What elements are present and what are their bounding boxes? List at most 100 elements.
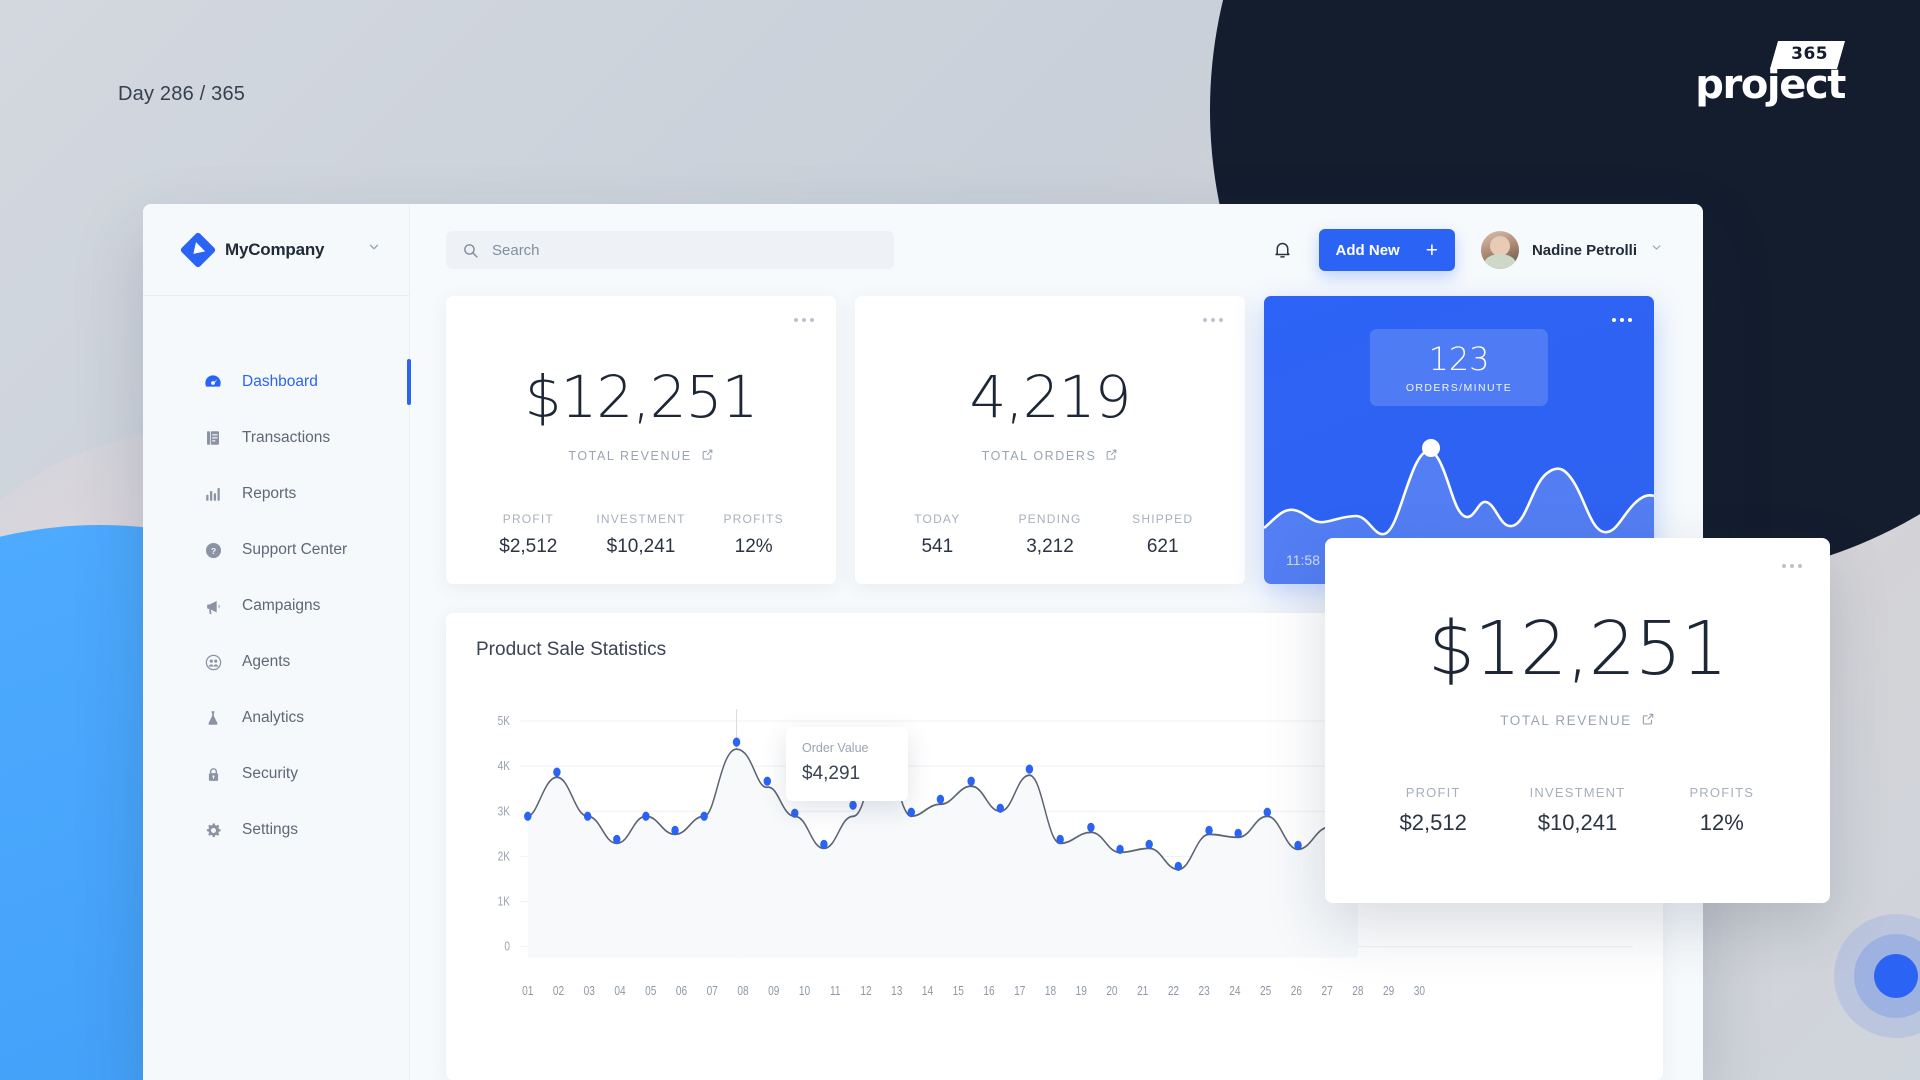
- topbar-actions: Add New + Nadine Petrolli: [1272, 229, 1663, 271]
- svg-text:13: 13: [891, 985, 902, 998]
- svg-text:06: 06: [676, 985, 687, 998]
- sidebar-item-campaigns[interactable]: Campaigns: [143, 578, 409, 634]
- svg-text:09: 09: [768, 985, 779, 998]
- sidebar-item-label: Support Center: [242, 541, 348, 558]
- lock-icon: [203, 764, 223, 784]
- svg-text:17: 17: [1014, 985, 1025, 998]
- sidebar-item-dashboard[interactable]: Dashboard: [143, 354, 411, 410]
- card-label: TOTAL REVENUE: [446, 448, 836, 464]
- gear-icon: [203, 820, 223, 840]
- svg-text:15: 15: [953, 985, 964, 998]
- company-switcher[interactable]: MyCompany: [143, 204, 409, 296]
- chart-title: Product Sale Statistics: [476, 639, 667, 660]
- svg-text:16: 16: [983, 985, 994, 998]
- search-box[interactable]: [446, 231, 894, 269]
- svg-text:18: 18: [1045, 985, 1056, 998]
- chart-area-fill: [527, 749, 1358, 958]
- card-menu-icon[interactable]: [1612, 318, 1632, 322]
- substat-value: 12%: [734, 536, 773, 557]
- plus-icon: +: [1425, 238, 1438, 262]
- tooltip-label: Order Value: [802, 741, 869, 755]
- chart-tooltip: Order Value $4,291: [786, 727, 908, 801]
- sidebar-item-transactions[interactable]: Transactions: [143, 410, 409, 466]
- avatar: [1480, 231, 1519, 269]
- sidebar-item-security[interactable]: Security: [143, 746, 409, 802]
- realtime-highlight-point: [1422, 439, 1440, 457]
- search-icon: [462, 242, 479, 259]
- substat-value: 12%: [1699, 810, 1744, 835]
- substat-value: $2,512: [1399, 810, 1467, 835]
- bell-icon[interactable]: [1272, 240, 1293, 261]
- sidebar-item-settings[interactable]: Settings: [143, 802, 409, 858]
- add-new-label: Add New: [1335, 241, 1400, 259]
- substat-value: $2,512: [499, 536, 558, 557]
- svg-text:4K: 4K: [498, 760, 511, 773]
- pulse-ring: [1854, 934, 1920, 1018]
- sidebar-item-label: Security: [242, 765, 298, 782]
- substat: SHIPPED 621: [1106, 512, 1219, 558]
- svg-text:28: 28: [1352, 985, 1363, 998]
- substat-key: PENDING: [1018, 512, 1082, 526]
- sidebar-item-label: Campaigns: [242, 597, 321, 614]
- sidebar-nav: Dashboard Transactions Reports ? Support…: [143, 296, 411, 858]
- substat: PROFIT $2,512: [472, 512, 585, 558]
- floating-revenue-card: $12,251 TOTAL REVENUE PROFIT $2,512 INVES…: [1325, 538, 1830, 903]
- svg-text:12: 12: [860, 985, 871, 998]
- sidebar-item-support-center[interactable]: ? Support Center: [143, 522, 409, 578]
- brand-wordmark: project: [1695, 62, 1846, 108]
- card-substats: PROFIT $2,512 INVESTMENT $10,241 PROFITS 12…: [446, 512, 836, 558]
- svg-text:29: 29: [1383, 985, 1394, 998]
- substat: INVESTMENT $10,241: [585, 512, 698, 558]
- external-link-icon[interactable]: [701, 448, 714, 464]
- topbar: Add New + Nadine Petrolli: [410, 204, 1703, 296]
- chart-y-axis: 5K 4K 3K 2K 1K 0: [498, 715, 511, 954]
- sidebar-item-agents[interactable]: Agents: [143, 634, 409, 690]
- bar-chart-icon: [203, 484, 223, 504]
- svg-text:1K: 1K: [498, 896, 511, 909]
- substat-key: INVESTMENT: [596, 512, 686, 526]
- svg-text:5K: 5K: [498, 715, 511, 728]
- chevron-down-icon[interactable]: [1650, 241, 1663, 259]
- sidebar-item-label: Transactions: [242, 429, 331, 446]
- company-name: MyCompany: [225, 239, 325, 259]
- card-menu-icon[interactable]: [794, 318, 814, 322]
- external-link-icon[interactable]: [1641, 712, 1655, 729]
- substat-key: PROFIT: [502, 512, 554, 526]
- card-menu-icon[interactable]: [1203, 318, 1223, 322]
- brand-badge-label: 365: [1791, 44, 1829, 64]
- external-link-icon[interactable]: [1105, 448, 1118, 464]
- card-substats: TODAY 541 PENDING 3,212 SHIPPED 621: [855, 512, 1245, 558]
- realtime-time: 11:58: [1286, 552, 1320, 568]
- svg-text:?: ?: [210, 546, 215, 556]
- add-new-button[interactable]: Add New +: [1318, 229, 1455, 271]
- floating-card-value: $12,251: [1427, 606, 1728, 692]
- sidebar-item-reports[interactable]: Reports: [143, 466, 409, 522]
- svg-text:11: 11: [830, 985, 840, 998]
- svg-text:10: 10: [799, 985, 810, 998]
- svg-text:22: 22: [1168, 985, 1179, 998]
- sidebar-item-analytics[interactable]: Analytics: [143, 690, 409, 746]
- user-name: Nadine Petrolli: [1531, 241, 1637, 259]
- user-menu[interactable]: Nadine Petrolli: [1480, 231, 1663, 269]
- substat-value: 3,212: [1026, 536, 1074, 557]
- svg-text:19: 19: [1076, 985, 1087, 998]
- substat: PROFITS 12%: [1650, 785, 1794, 836]
- chevron-down-icon[interactable]: [367, 240, 381, 259]
- substat-value: $10,241: [1537, 810, 1618, 835]
- card-menu-icon[interactable]: [1782, 564, 1802, 568]
- realtime-label: ORDERS/MINUTE: [1405, 382, 1513, 394]
- realtime-value: 123: [1428, 340, 1490, 378]
- svg-text:21: 21: [1137, 985, 1148, 998]
- svg-text:05: 05: [645, 985, 656, 998]
- search-input[interactable]: [492, 241, 878, 259]
- svg-text:27: 27: [1322, 985, 1333, 998]
- tooltip-value: $4,291: [802, 763, 861, 784]
- flask-icon: [203, 708, 223, 728]
- floating-card-substats: PROFIT $2,512 INVESTMENT $10,241 PROFITS 12…: [1325, 785, 1830, 836]
- svg-text:14: 14: [922, 985, 933, 998]
- card-label-text: TOTAL REVENUE: [568, 449, 692, 463]
- svg-text:08: 08: [737, 985, 748, 998]
- sidebar-item-label: Reports: [242, 485, 297, 502]
- substat-value: 541: [921, 536, 954, 557]
- svg-text:2K: 2K: [498, 851, 511, 864]
